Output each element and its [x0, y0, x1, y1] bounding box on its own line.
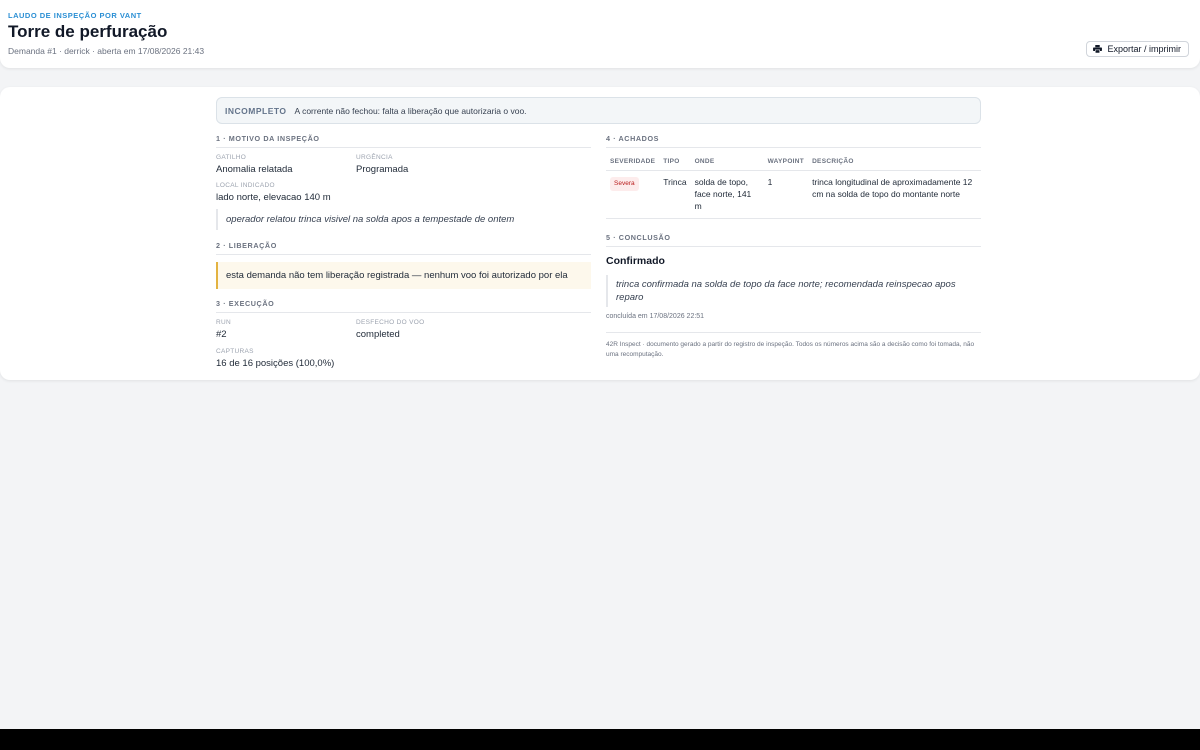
field-value: completed	[356, 329, 400, 340]
field-urgencia: URGÊNCIA Programada	[356, 154, 496, 175]
cell-severidade: Severa	[606, 170, 660, 219]
motivo-quote: operador relatou trinca visivel na solda…	[216, 209, 591, 230]
cell-waypoint: 1	[763, 170, 809, 219]
execucao-fields: RUN #2 DESFECHO DO VOO completed	[216, 319, 591, 340]
report-card: INCOMPLETO A corrente não fechou: falta …	[0, 87, 1200, 380]
field-value: lado norte, elevacao 140 m	[216, 192, 331, 203]
column-header: WAYPOINT	[763, 152, 809, 171]
section-heading-liberacao: 2 · LIBERAÇÃO	[216, 241, 591, 255]
conclusion-quote: trinca confirmada na solda de topo da fa…	[606, 275, 981, 307]
printer-icon	[1093, 45, 1103, 53]
field-label: DESFECHO DO VOO	[356, 319, 425, 326]
field-label: RUN	[216, 319, 231, 326]
field-run: RUN #2	[216, 319, 356, 340]
export-print-button[interactable]: Exportar / imprimir	[1086, 41, 1189, 57]
field-value: Programada	[356, 164, 409, 175]
section-heading-achados: 4 · ACHADOS	[606, 134, 981, 148]
findings-table: SEVERIDADE TIPO ONDE WAYPOINT DESCRIÇÃO …	[606, 152, 981, 219]
liberacao-warning: esta demanda não tem liberação registrad…	[216, 262, 591, 289]
field-gatilho: GATILHO Anomalia relatada	[216, 154, 356, 175]
page-title: Torre de perfuração	[8, 22, 168, 41]
report-overline: LAUDO DE INSPEÇÃO POR VANT	[8, 11, 142, 20]
motivo-fields: GATILHO Anomalia relatada URGÊNCIA Progr…	[216, 154, 591, 175]
section-heading-motivo: 1 · MOTIVO DA INSPEÇÃO	[216, 134, 591, 148]
section-heading-conclusao: 5 · CONCLUSÃO	[606, 233, 981, 247]
section-conclusao: 5 · CONCLUSÃO Confirmado trinca confirma…	[606, 233, 981, 359]
document-footer-note: 42R Inspect · documento gerado a partir …	[606, 332, 981, 359]
section-heading-execucao: 3 · EXECUÇÃO	[216, 299, 591, 313]
status-message: A corrente não fechou: falta a liberação…	[294, 105, 527, 116]
status-banner: INCOMPLETO A corrente não fechou: falta …	[216, 97, 981, 124]
cell-onde: solda de topo, face norte, 141 m	[690, 170, 764, 219]
section-liberacao: 2 · LIBERAÇÃO esta demanda não tem liber…	[216, 241, 591, 289]
field-value: Anomalia relatada	[216, 164, 293, 175]
conclusion-verdict: Confirmado	[606, 255, 665, 267]
bottom-black-bar	[0, 729, 1200, 750]
field-label: GATILHO	[216, 154, 247, 161]
field-desfecho: DESFECHO DO VOO completed	[356, 319, 496, 340]
report-header: LAUDO DE INSPEÇÃO POR VANT Torre de perf…	[0, 0, 1200, 68]
field-value: 16 de 16 posições (100,0%)	[216, 358, 335, 369]
right-column: 4 · ACHADOS SEVERIDADE TIPO ONDE WAYPOIN…	[606, 134, 981, 359]
field-label: LOCAL INDICADO	[216, 182, 275, 189]
field-value: #2	[216, 329, 227, 340]
field-label: CAPTURAS	[216, 348, 254, 355]
field-capturas: CAPTURAS 16 de 16 posições (100,0%)	[216, 348, 591, 369]
left-column: 1 · MOTIVO DA INSPEÇÃO GATILHO Anomalia …	[216, 134, 591, 369]
status-badge: INCOMPLETO	[225, 105, 287, 116]
table-header-row: SEVERIDADE TIPO ONDE WAYPOINT DESCRIÇÃO	[606, 152, 981, 171]
table-row: Severa Trinca solda de topo, face norte,…	[606, 170, 981, 219]
column-header: DESCRIÇÃO	[808, 152, 981, 171]
field-local: LOCAL INDICADO lado norte, elevacao 140 …	[216, 182, 591, 203]
cell-tipo: Trinca	[659, 170, 691, 219]
column-header: TIPO	[659, 152, 691, 171]
page-subtitle: Demanda #1 · derrick · aberta em 17/08/2…	[8, 46, 205, 56]
section-achados: 4 · ACHADOS SEVERIDADE TIPO ONDE WAYPOIN…	[606, 134, 981, 219]
section-execucao: 3 · EXECUÇÃO RUN #2 DESFECHO DO VOO comp…	[216, 299, 591, 369]
column-header: ONDE	[690, 152, 764, 171]
severity-badge: Severa	[610, 177, 639, 191]
column-header: SEVERIDADE	[606, 152, 660, 171]
cell-descricao: trinca longitudinal de aproximadamente 1…	[808, 170, 981, 219]
export-button-label: Exportar / imprimir	[1107, 44, 1181, 54]
section-motivo: 1 · MOTIVO DA INSPEÇÃO GATILHO Anomalia …	[216, 134, 591, 230]
conclusion-timestamp: concluída em 17/08/2026 22:51	[606, 313, 705, 320]
field-label: URGÊNCIA	[356, 154, 393, 161]
